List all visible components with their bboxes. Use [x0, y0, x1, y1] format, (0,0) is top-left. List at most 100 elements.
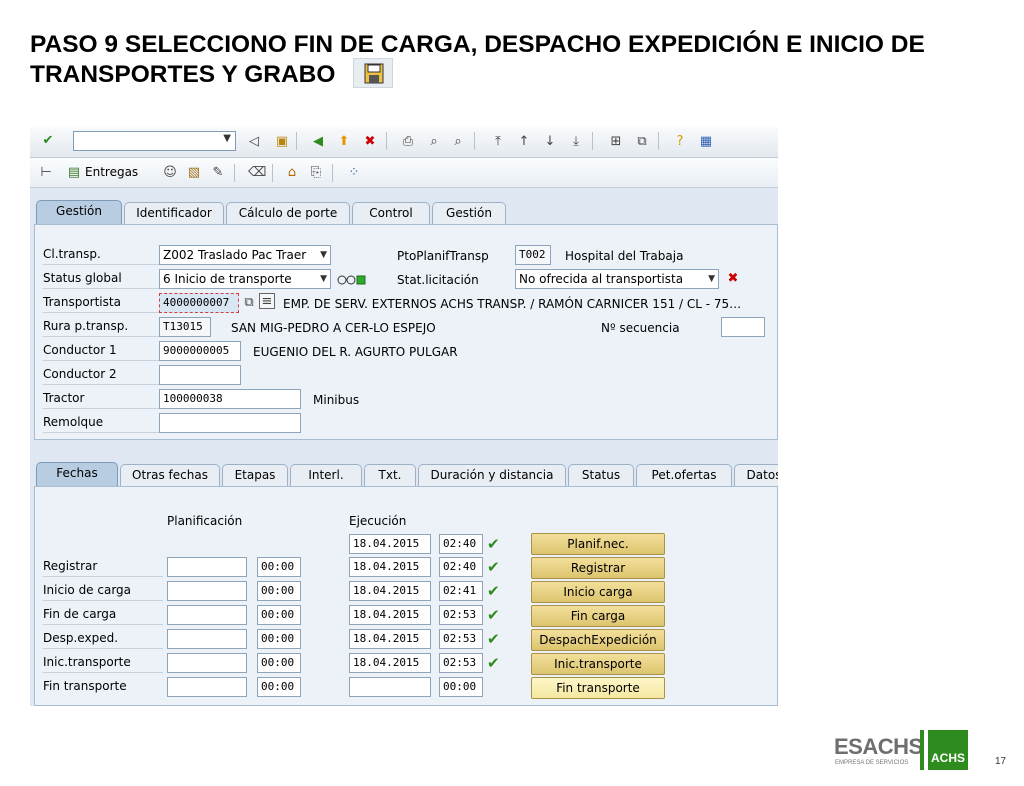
registrar-exec-time[interactable]: 02:40 — [439, 557, 483, 577]
fin-transporte-plan-date[interactable] — [167, 677, 247, 697]
tab-calculo-de-porte[interactable]: Cálculo de porte — [226, 202, 350, 224]
tab-status[interactable]: Status — [568, 464, 634, 486]
inic-transporte-exec-date[interactable]: 18.04.2015 — [349, 653, 431, 673]
package-icon[interactable]: ▧ — [186, 165, 202, 181]
sap-window: ✔ ▼ ◁ ▣ ◀ ⬆ ✖ ⎙ ⌕ ⌕ ⤒ ↑ ↓ ⤓ ⊞ ⧉ ? ▦ ⊢ ▤ … — [30, 126, 778, 706]
planif-exec-date[interactable]: 18.04.2015 — [349, 534, 431, 554]
inicio-carga-exec-time[interactable]: 02:41 — [439, 581, 483, 601]
find-icon[interactable]: ⌕ — [426, 134, 442, 150]
cancel-icon[interactable]: ✖ — [362, 134, 378, 150]
exit-icon[interactable]: ⬆ — [336, 134, 352, 150]
inic-transporte-plan-date[interactable] — [167, 653, 247, 673]
inicio-carga-exec-date[interactable]: 18.04.2015 — [349, 581, 431, 601]
despach-expedicion-button[interactable]: DespachExpedición — [531, 629, 665, 651]
logo-mark: ACHS — [928, 730, 968, 770]
desp-exped-exec-date[interactable]: 18.04.2015 — [349, 629, 431, 649]
shortcut-icon[interactable]: ⧉ — [634, 134, 650, 150]
tab-etapas[interactable]: Etapas — [222, 464, 288, 486]
registrar-plan-date[interactable] — [167, 557, 247, 577]
desp-exped-plan-time[interactable]: 00:00 — [257, 629, 301, 649]
entregas-button[interactable]: Entregas — [85, 165, 138, 179]
fin-carga-button[interactable]: Fin carga — [531, 605, 665, 627]
secuencia-field[interactable] — [721, 317, 765, 337]
save-icon[interactable]: ▣ — [274, 134, 290, 150]
fin-carga-plan-time[interactable]: 00:00 — [257, 605, 301, 625]
first-page-icon[interactable]: ⤒ — [490, 134, 506, 150]
tab-fechas[interactable]: Fechas — [36, 462, 118, 486]
person-icon[interactable]: ☺ — [162, 165, 178, 181]
back-history-icon[interactable]: ◁ — [246, 134, 262, 150]
remolque-field[interactable] — [159, 413, 301, 433]
check-icon: ✔ — [487, 535, 500, 553]
grid-icon[interactable]: ⁘ — [346, 165, 362, 181]
tab-gestion[interactable]: Gestión — [36, 200, 122, 224]
planif-exec-time[interactable]: 02:40 — [439, 534, 483, 554]
logo-divider — [920, 730, 924, 770]
back-icon[interactable]: ◀ — [310, 134, 326, 150]
registrar-button[interactable]: Registrar — [531, 557, 665, 579]
copy-icon[interactable]: ⎘ — [308, 165, 324, 181]
ruta-field[interactable]: T13015 — [159, 317, 211, 337]
tab-identificador[interactable]: Identificador — [124, 202, 224, 224]
next-page-icon[interactable]: ↓ — [542, 134, 558, 150]
logo-tagline: EMPRESA DE SERVICIOS — [835, 760, 909, 766]
planif-nec-button[interactable]: Planif.nec. — [531, 533, 665, 555]
fin-carga-exec-date[interactable]: 18.04.2015 — [349, 605, 431, 625]
fin-transporte-plan-time[interactable]: 00:00 — [257, 677, 301, 697]
print-icon[interactable]: ⎙ — [400, 134, 416, 150]
tab-datos[interactable]: Datos — [734, 464, 778, 486]
tab-interl[interactable]: Interl. — [290, 464, 362, 486]
inicio-carga-button[interactable]: Inicio carga — [531, 581, 665, 603]
deliveries-icon[interactable]: ▤ — [66, 165, 82, 181]
fin-carga-label: Fin de carga — [43, 607, 117, 621]
transportista-desc: EMP. DE SERV. EXTERNOS ACHS TRANSP. / RA… — [283, 297, 742, 311]
tab-txt[interactable]: Txt. — [364, 464, 416, 486]
transportista-field[interactable]: 4000000007 — [159, 293, 239, 313]
inic-transporte-exec-time[interactable]: 02:53 — [439, 653, 483, 673]
tab-gestion-2[interactable]: Gestión — [432, 202, 506, 224]
inicio-carga-plan-date[interactable] — [167, 581, 247, 601]
fin-transporte-button[interactable]: Fin transporte — [531, 677, 665, 699]
registrar-plan-time[interactable]: 00:00 — [257, 557, 301, 577]
cl-transp-select[interactable]: Z002 Traslado Pac Traer ▼ — [159, 245, 331, 265]
header-panel: Cl.transp. Z002 Traslado Pac Traer ▼ PtoP… — [34, 224, 778, 440]
chevron-down-icon[interactable]: ▼ — [223, 133, 231, 144]
find-next-icon[interactable]: ⌕ — [450, 134, 466, 150]
tab-pet-ofertas[interactable]: Pet.ofertas — [636, 464, 732, 486]
ptoplanif-field[interactable]: T002 — [515, 245, 551, 265]
tab-otras-fechas[interactable]: Otras fechas — [120, 464, 220, 486]
previous-page-icon[interactable]: ↑ — [516, 134, 532, 150]
conductor1-field[interactable]: 9000000005 — [159, 341, 241, 361]
inic-transporte-plan-time[interactable]: 00:00 — [257, 653, 301, 673]
delete-icon[interactable]: ⌫ — [248, 165, 266, 181]
help-icon[interactable]: ? — [672, 134, 688, 150]
enter-check-icon[interactable]: ✔ — [40, 133, 56, 149]
tab-duracion-distancia[interactable]: Duración y distancia — [418, 464, 566, 486]
hierarchy-icon[interactable]: ⊢ — [38, 165, 54, 181]
stat-licitacion-select[interactable]: No ofrecida al transportista ▼ — [515, 269, 719, 289]
fin-carga-exec-time[interactable]: 02:53 — [439, 605, 483, 625]
inic-transporte-button[interactable]: Inic.transporte — [531, 653, 665, 675]
desp-exped-plan-date[interactable] — [167, 629, 247, 649]
layout-menu-icon[interactable]: ▦ — [698, 134, 714, 150]
conductor2-field[interactable] — [159, 365, 241, 385]
detail-icon[interactable]: ≡ — [259, 293, 275, 309]
fin-transporte-exec-date[interactable] — [349, 677, 431, 697]
fin-carga-plan-date[interactable] — [167, 605, 247, 625]
inicio-carga-plan-time[interactable]: 00:00 — [257, 581, 301, 601]
registrar-exec-date[interactable]: 18.04.2015 — [349, 557, 431, 577]
delete-cross-icon[interactable]: ✖ — [725, 271, 741, 287]
command-field[interactable]: ▼ — [73, 131, 236, 151]
tractor-field[interactable]: 100000038 — [159, 389, 301, 409]
edit-icon[interactable]: ✎ — [210, 165, 226, 181]
status-global-select[interactable]: 6 Inicio de transporte ▼ — [159, 269, 331, 289]
desp-exped-exec-time[interactable]: 02:53 — [439, 629, 483, 649]
tab-control[interactable]: Control — [352, 202, 430, 224]
ptoplanif-desc: Hospital del Trabaja — [565, 249, 684, 263]
new-session-icon[interactable]: ⊞ — [608, 134, 624, 150]
home-icon[interactable]: ⌂ — [284, 165, 300, 181]
copy-icon[interactable]: ⧉ — [241, 295, 257, 311]
last-page-icon[interactable]: ⤓ — [568, 134, 584, 150]
fin-transporte-exec-time[interactable]: 00:00 — [439, 677, 483, 697]
slide-title: PASO 9 SELECCIONO FIN DE CARGA, DESPACHO… — [30, 31, 925, 88]
